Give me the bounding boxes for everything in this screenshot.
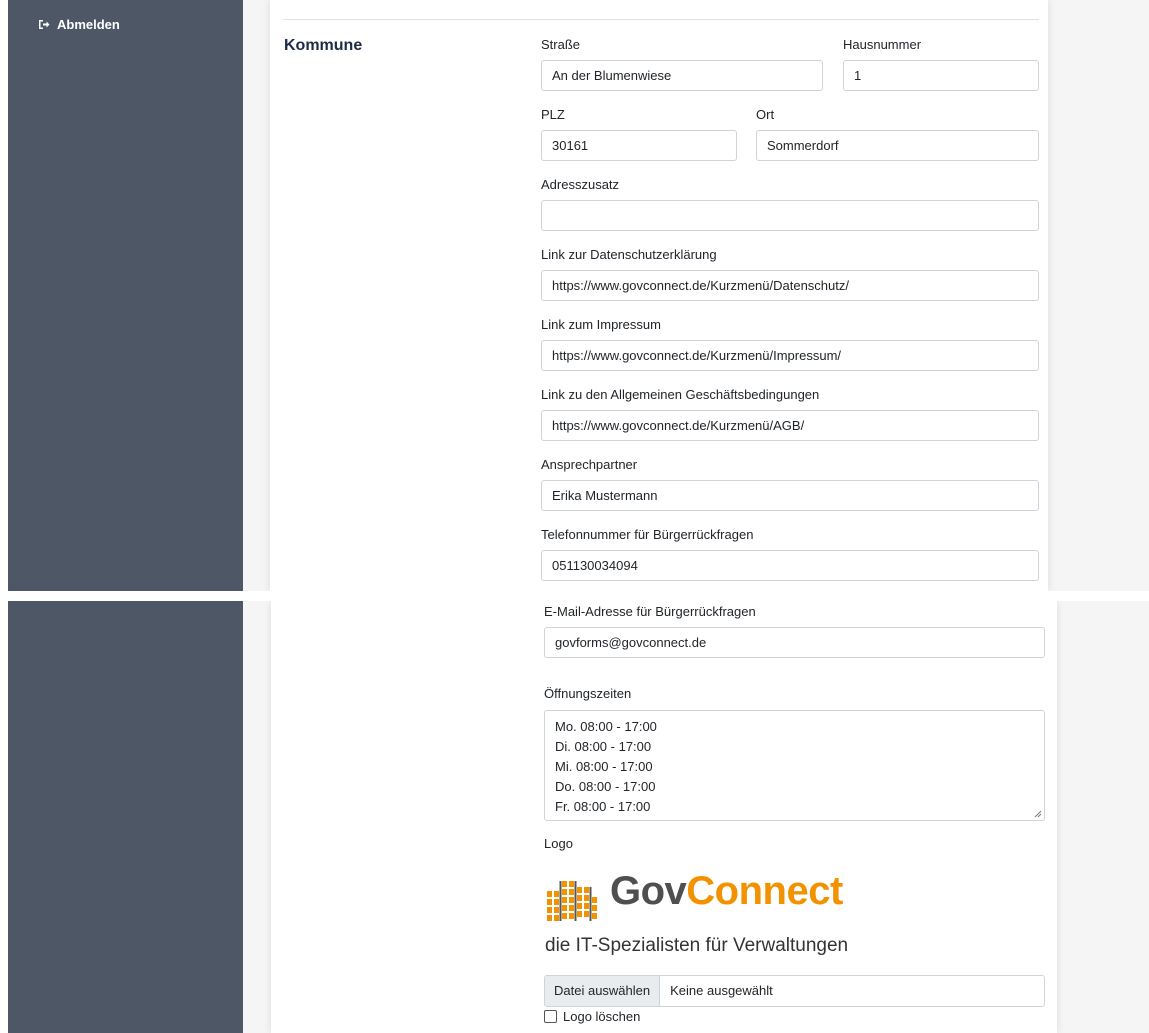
delete-logo-label: Logo löschen: [563, 1009, 641, 1024]
delete-logo-checkbox[interactable]: [544, 1010, 557, 1023]
logo-tagline: die IT-Spezialisten für Verwaltungen: [545, 935, 849, 956]
phone-input[interactable]: 051130034094: [541, 550, 1039, 581]
city-label: Ort: [756, 107, 775, 122]
terms-link-input[interactable]: https://www.govconnect.de/Kurzmenü/AGB/: [541, 410, 1039, 441]
house-number-input[interactable]: 1: [843, 60, 1039, 91]
opening-hours-line: Di. 08:00 - 17:00: [555, 739, 652, 754]
email-input[interactable]: govforms@govconnect.de: [544, 627, 1045, 658]
sign-out-icon: [39, 20, 50, 29]
street-label: Straße: [541, 37, 581, 52]
logo-wordmark-gov: Gov: [610, 869, 687, 913]
opening-hours-line: Fr. 08:00 - 17:00: [555, 799, 651, 814]
opening-hours-textarea[interactable]: Mo. 08:00 - 17:00 Di. 08:00 - 17:00 Mi. …: [544, 710, 1045, 821]
logout-button[interactable]: Abmelden: [38, 17, 120, 32]
section-title: Kommune: [284, 37, 363, 54]
logo-label: Logo: [544, 836, 573, 851]
file-status: Keine ausgewählt: [670, 983, 773, 998]
zip-label: PLZ: [541, 107, 565, 122]
address-extra-input[interactable]: [541, 200, 1039, 231]
city-input[interactable]: Sommerdorf: [756, 130, 1039, 161]
logo-file-input[interactable]: Datei auswählen Keine ausgewählt: [544, 975, 1045, 1007]
street-input[interactable]: An der Blumenwiese: [541, 60, 823, 91]
house-number-label: Hausnummer: [843, 37, 922, 52]
sidebar: [8, 601, 244, 1033]
divider: [283, 19, 1039, 20]
address-extra-label: Adresszusatz: [541, 177, 620, 192]
resize-grip-icon[interactable]: [1034, 810, 1042, 818]
opening-hours-line: Mo. 08:00 - 17:00: [555, 719, 657, 734]
sidebar: Abmelden: [8, 0, 243, 591]
phone-label: Telefonnummer für Bürgerrückfragen: [541, 527, 754, 542]
delete-logo-checkbox-row[interactable]: Logo löschen: [544, 1009, 640, 1024]
email-label: E-Mail-Adresse für Bürgerrückfragen: [544, 604, 756, 619]
choose-file-button[interactable]: Datei auswählen: [545, 976, 661, 1006]
imprint-link-label: Link zum Impressum: [541, 317, 661, 332]
form-pane-top: Abmelden Kommune Straße An der Blumenwie…: [0, 0, 1149, 591]
zip-input[interactable]: 30161: [541, 130, 737, 161]
building-logo-icon: [547, 881, 597, 921]
contact-person-label: Ansprechpartner: [541, 457, 638, 472]
opening-hours-line: Mi. 08:00 - 17:00: [555, 759, 653, 774]
opening-hours-line: Do. 08:00 - 17:00: [555, 779, 656, 794]
logo-wordmark-connect: Connect: [686, 869, 843, 913]
contact-person-input[interactable]: Erika Mustermann: [541, 480, 1039, 511]
terms-link-label: Link zu den Allgemeinen Geschäftsbedingu…: [541, 387, 820, 402]
logo-wordmark: GovConnect: [610, 869, 843, 914]
logout-label: Abmelden: [57, 17, 120, 32]
privacy-link-label: Link zur Datenschutzerklärung: [541, 247, 717, 262]
opening-hours-label: Öffnungszeiten: [544, 686, 632, 701]
privacy-link-input[interactable]: https://www.govconnect.de/Kurzmenü/Daten…: [541, 270, 1039, 301]
imprint-link-input[interactable]: https://www.govconnect.de/Kurzmenü/Impre…: [541, 340, 1039, 371]
